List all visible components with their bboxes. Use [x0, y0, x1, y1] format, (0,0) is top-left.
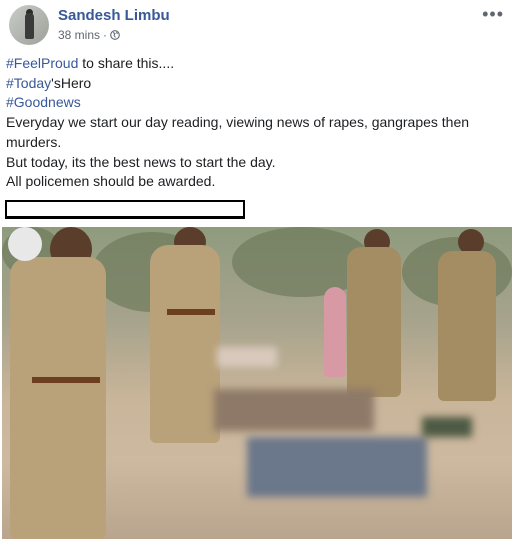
globe-icon	[110, 30, 120, 40]
post-meta: 38 mins ·	[58, 28, 120, 42]
line-3: #Goodnews	[6, 93, 506, 113]
post-time[interactable]: 38 mins	[58, 28, 100, 42]
line-4: Everyday we start our day reading, viewi…	[6, 114, 470, 150]
hashtag-today[interactable]: #Today	[6, 75, 51, 91]
redaction-bar	[5, 200, 245, 219]
avatar[interactable]	[9, 5, 49, 45]
line-1: #FeelProud to share this....	[6, 55, 175, 71]
post-header: Sandesh Limbu 38 mins · •••	[6, 4, 508, 46]
line-2: #Today'sHero	[6, 74, 92, 91]
facebook-post: Sandesh Limbu 38 mins · ••• #FeelProud t…	[0, 0, 514, 543]
hashtag-goodnews[interactable]: #Goodnews	[6, 94, 81, 110]
line-5: But today, its the best news to start th…	[6, 153, 276, 170]
post-photo[interactable]	[2, 227, 512, 539]
line-6: All policemen should be awarded.	[6, 173, 216, 190]
meta-separator: ·	[103, 28, 108, 42]
hashtag-feelproud[interactable]: #FeelProud	[6, 55, 78, 71]
post-text: #FeelProud to share this.... #Today'sHer…	[6, 54, 506, 192]
more-options-icon[interactable]: •••	[482, 4, 504, 25]
author-name[interactable]: Sandesh Limbu	[58, 7, 170, 24]
